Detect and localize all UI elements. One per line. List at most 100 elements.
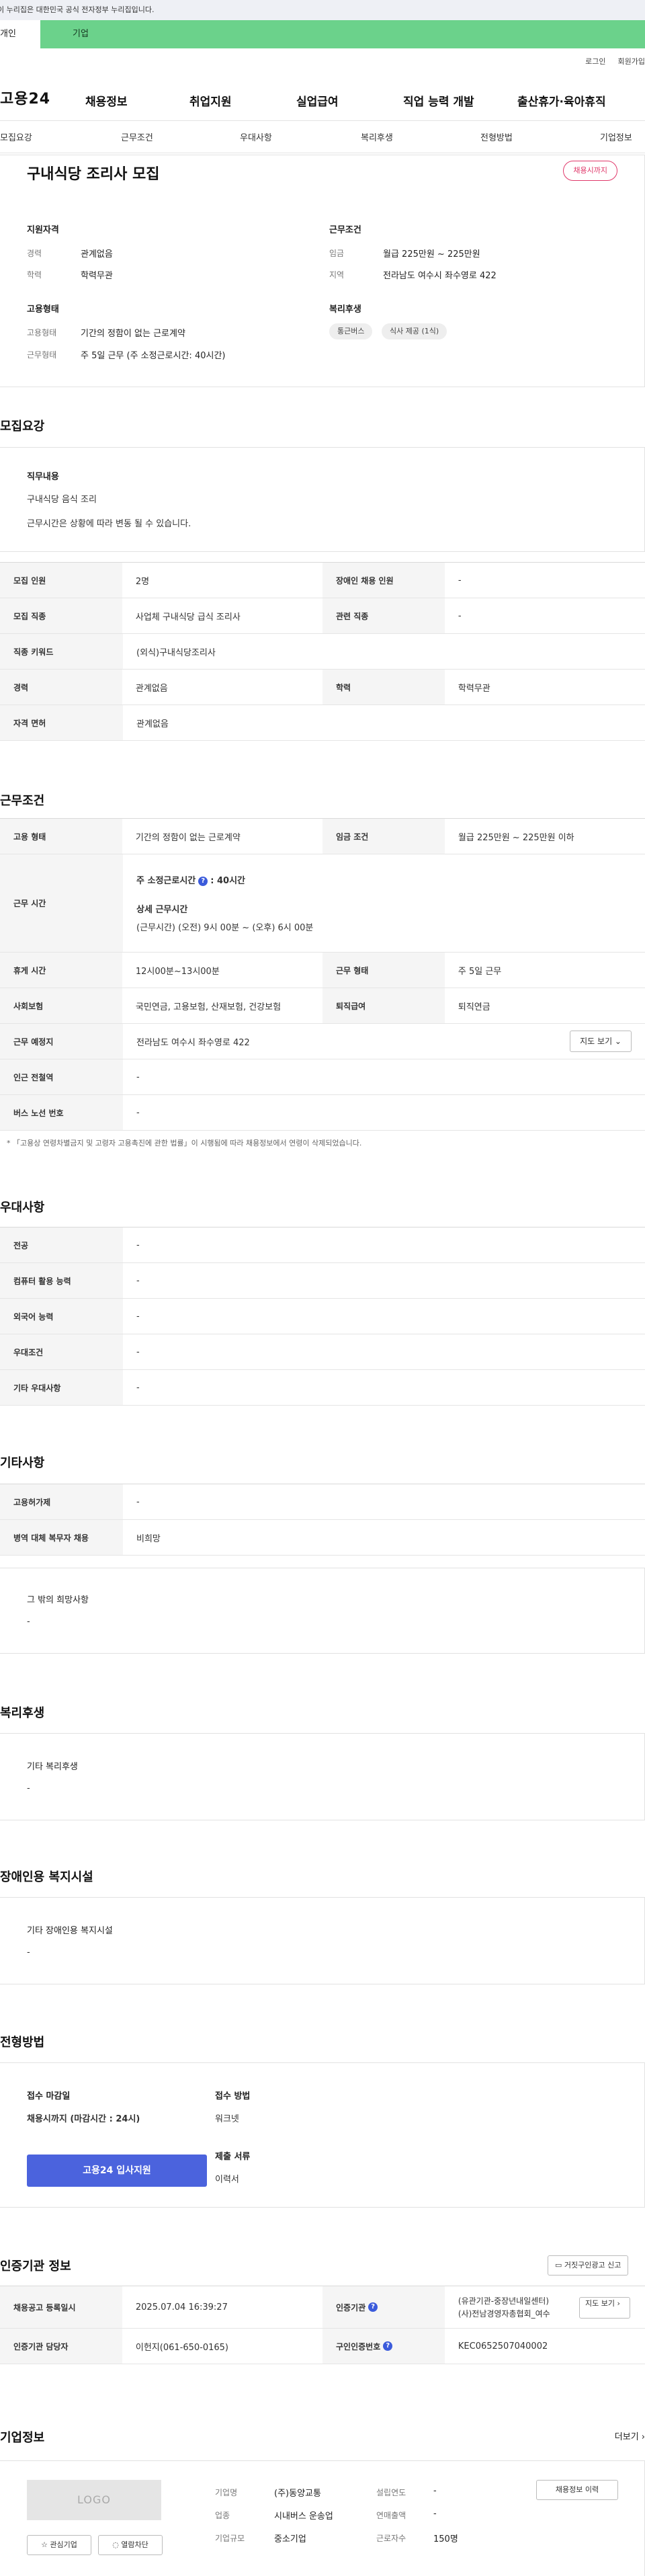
row-label: 근무 형태 bbox=[322, 953, 445, 988]
chevron-right-icon: › bbox=[617, 2299, 620, 2308]
table-row: 인증기관 담당자 이헌지(061-650-0165) 구인인증번호? KEC06… bbox=[0, 2329, 645, 2364]
row-label: 인증기관 담당자 bbox=[0, 2329, 122, 2364]
work-form-value: 주 5일 근무 (주 소정근로시간: 40시간) bbox=[81, 351, 226, 361]
company-more-link[interactable]: 더보기 › bbox=[615, 2429, 645, 2442]
hours-detail-title: 상세 근무시간 bbox=[136, 905, 188, 915]
disability-box-value: - bbox=[27, 1947, 30, 1958]
industry-label: 업종 bbox=[215, 2511, 230, 2520]
region-value: 전라남도 여수시 좌수영로 422 bbox=[383, 271, 497, 281]
row-value: - bbox=[136, 1346, 140, 1357]
table-row: 우대조건 - bbox=[0, 1334, 645, 1370]
other-wish-box: 그 밖의 희망사항 - bbox=[0, 1568, 645, 1654]
table-row: 전공 - bbox=[0, 1227, 645, 1263]
info-icon[interactable]: ? bbox=[368, 2302, 378, 2312]
nav-item-parental-leave[interactable]: 출산휴가·육아휴직 bbox=[517, 92, 606, 109]
job-history-button[interactable]: 채용정보 이력 bbox=[536, 2480, 618, 2500]
page-root: 이 누리집은 대한민국 공식 전자정부 누리집입니다. 개인 기업 로그인 회원… bbox=[0, 0, 645, 2576]
row-value: 국민연금, 고용보험, 산재보험, 건강보험 bbox=[135, 1002, 282, 1012]
block-view-button[interactable]: ◌ 열람차단 bbox=[98, 2535, 163, 2555]
row-label: 임금 조건 bbox=[322, 819, 445, 854]
map-view-button[interactable]: 지도 보기 ⌄ bbox=[570, 1031, 632, 1052]
row-label: 고용허가제 bbox=[0, 1484, 123, 1519]
info-icon[interactable]: ? bbox=[198, 876, 208, 886]
employment-type-title: 고용형태 bbox=[27, 305, 59, 315]
site-logo[interactable]: 고용24 bbox=[0, 87, 84, 108]
row-value: 12시00분~13시00분 bbox=[135, 966, 220, 977]
sales-label: 연매출액 bbox=[376, 2511, 406, 2520]
row-value: 2025.07.04 16:39:27 bbox=[135, 2302, 228, 2312]
nav-item-employment-support[interactable]: 취업지원 bbox=[189, 92, 232, 109]
signup-link[interactable]: 회원가입 bbox=[618, 56, 645, 67]
main-nav: 고용24 채용정보 취업지원 실업급여 직업 능력 개발 출산휴가·육아휴직 bbox=[0, 74, 645, 121]
table-row: 기타 우대사항 - bbox=[0, 1370, 645, 1406]
career-value: 관계없음 bbox=[81, 249, 113, 259]
cert-map-button[interactable]: 지도 보기 › bbox=[579, 2297, 630, 2319]
scale-value: 중소기업 bbox=[274, 2534, 306, 2544]
row-label: 장애인 채용 인원 bbox=[322, 563, 445, 598]
row-value: 퇴직연금 bbox=[458, 1002, 490, 1012]
tab-business[interactable]: 기업 bbox=[40, 20, 645, 48]
anchor-recruit[interactable]: 모집요강 bbox=[0, 130, 32, 143]
nav-item-skills-development[interactable]: 직업 능력 개발 bbox=[403, 92, 474, 109]
job-summary-card: 구내식당 조리사 모집 채용시까지 지원자격 경력 관계없음 학력 학력무관 고… bbox=[0, 155, 645, 387]
login-link[interactable]: 로그인 bbox=[585, 56, 605, 67]
section-title-process: 전형방법 bbox=[0, 2036, 45, 2050]
table-row: 모집 인원 2명 장애인 채용 인원 - bbox=[0, 563, 645, 598]
section-title-recruit: 모집요강 bbox=[0, 419, 45, 434]
region-label: 지역 bbox=[329, 270, 345, 280]
anchor-welfare[interactable]: 복리후생 bbox=[361, 130, 393, 143]
hours-std-value: : 40시간 bbox=[210, 876, 245, 886]
cert-org-line-1: (유관기관-중장년내일센터) bbox=[458, 2296, 550, 2306]
row-label: 자격 면허 bbox=[0, 705, 123, 740]
row-label: 채용공고 등록일시 bbox=[0, 2286, 122, 2328]
hours-detail-value: (근무시간) (오전) 9시 00분 ~ (오후) 6시 00분 bbox=[136, 923, 314, 933]
work-hours-cell: 주 소정근로시간?: 40시간 상세 근무시간 (근무시간) (오전) 9시 0… bbox=[123, 854, 645, 952]
wage-label: 임금 bbox=[329, 249, 345, 258]
info-icon[interactable]: ? bbox=[383, 2341, 393, 2351]
row-value: - bbox=[136, 1311, 140, 1322]
favorite-company-button[interactable]: ☆ 관심기업 bbox=[27, 2535, 91, 2555]
section-title-disability: 장애인용 복지시설 bbox=[0, 1870, 93, 1884]
utility-links: 로그인 회원가입 bbox=[0, 48, 645, 74]
sales-value: - bbox=[433, 2509, 437, 2519]
anchor-work[interactable]: 근무조건 bbox=[121, 130, 153, 143]
qualification-title: 지원자격 bbox=[27, 225, 59, 235]
row-value: 2명 bbox=[135, 576, 150, 587]
section-title-welfare: 복리후생 bbox=[0, 1706, 45, 1720]
nav-item-jobs[interactable]: 채용정보 bbox=[85, 92, 128, 109]
anchor-preference[interactable]: 우대사항 bbox=[240, 130, 272, 143]
duty-line-2: 근무시간은 상황에 따라 변동 될 수 있습니다. bbox=[27, 519, 191, 529]
row-value: - bbox=[136, 1275, 140, 1286]
anchor-company[interactable]: 기업정보 bbox=[600, 130, 632, 143]
apply-button[interactable]: 고용24 입사지원 bbox=[27, 2155, 207, 2187]
section-anchor-nav: 모집요강 근무조건 우대사항 복리후생 전형방법 기업정보 bbox=[0, 121, 645, 153]
section-title-preference: 우대사항 bbox=[0, 1201, 45, 1215]
scale-label: 기업규모 bbox=[215, 2534, 245, 2543]
table-row: 외국어 능력 - bbox=[0, 1299, 645, 1334]
welfare-title: 복리후생 bbox=[329, 305, 361, 315]
table-row: 인근 전철역 - bbox=[0, 1059, 645, 1095]
staff-label: 근로자수 bbox=[376, 2534, 406, 2543]
table-row: 병역 대체 복무자 채용 비희망 bbox=[0, 1520, 645, 1556]
table-row: 자격 면허 관계없음 bbox=[0, 705, 645, 741]
nav-item-unemployment-benefit[interactable]: 실업급여 bbox=[296, 92, 339, 109]
work-table: 고용 형태 기간의 정함이 없는 근로계약 임금 조건 월급 225만원 ~ 2… bbox=[0, 818, 645, 1131]
false-ad-report-button[interactable]: ▭ 거짓구인광고 신고 bbox=[548, 2255, 629, 2276]
anchor-process[interactable]: 전형방법 bbox=[480, 130, 513, 143]
row-value: 비희망 bbox=[136, 1533, 161, 1544]
row-label: 모집 직종 bbox=[0, 598, 122, 633]
preference-table: 전공 - 컴퓨터 활용 능력 - 외국어 능력 - 우대조건 - 기타 우대사항… bbox=[0, 1227, 645, 1406]
row-label: 학력 bbox=[322, 670, 445, 705]
tab-person[interactable]: 개인 bbox=[0, 20, 40, 48]
industry-value: 시내버스 운송업 bbox=[274, 2511, 333, 2522]
founded-label: 설립연도 bbox=[376, 2488, 406, 2497]
education-label: 학력 bbox=[27, 270, 42, 280]
row-label: 인근 전철역 bbox=[0, 1059, 123, 1094]
row-label: 우대조건 bbox=[0, 1334, 123, 1369]
row-label: 인증기관? bbox=[322, 2286, 445, 2328]
row-value: - bbox=[458, 575, 462, 586]
row-value: KEC0652507040002 bbox=[458, 2341, 548, 2351]
table-row: 채용공고 등록일시 2025.07.04 16:39:27 인증기관? (유관기… bbox=[0, 2286, 645, 2329]
hours-std-label: 주 소정근로시간 bbox=[136, 876, 196, 886]
work-form-label: 근무형태 bbox=[27, 350, 57, 360]
